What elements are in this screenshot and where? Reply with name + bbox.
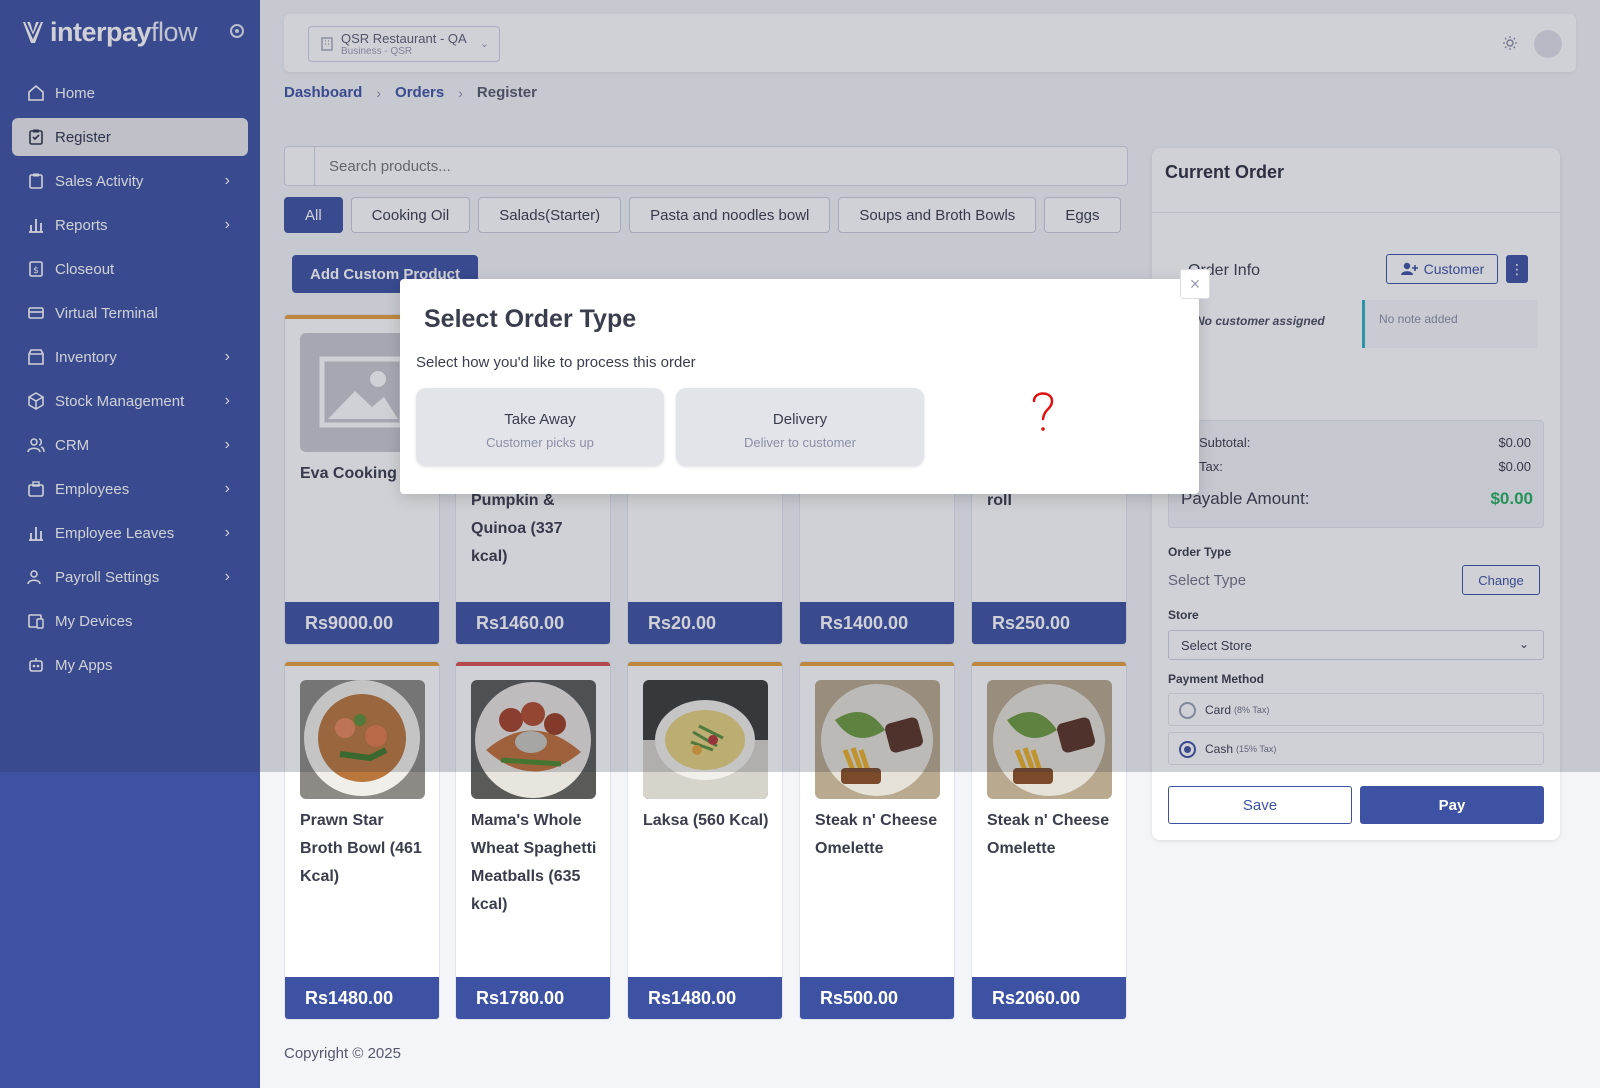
delivery-option[interactable]: Delivery Deliver to customer: [676, 388, 924, 466]
close-icon[interactable]: ×: [1180, 269, 1210, 299]
pay-button[interactable]: Pay: [1360, 786, 1544, 824]
option-subtitle: Customer picks up: [486, 435, 594, 450]
product-name: Laksa (560 Kcal): [643, 812, 769, 829]
product-price: Rs2060.00: [972, 977, 1126, 1019]
take-away-option[interactable]: Take Away Customer picks up: [416, 388, 664, 466]
save-button[interactable]: Save: [1168, 786, 1352, 824]
product-name: Prawn Star Broth Bowl (461 Kcal): [300, 812, 422, 885]
option-title: Delivery: [772, 411, 828, 428]
product-name: Mama's Whole Wheat Spaghetti Meatballs (…: [471, 812, 597, 913]
modal-subtitle: Select how you'd like to process this or…: [416, 354, 696, 371]
product-price: Rs1480.00: [285, 977, 439, 1019]
product-name: Steak n' Cheese Omelette: [815, 812, 938, 857]
option-subtitle: Deliver to customer: [744, 435, 856, 450]
product-price: Rs500.00: [800, 977, 954, 1019]
option-title: Take Away: [504, 411, 576, 428]
select-order-type-modal: Select Order Type Select how you'd like …: [400, 269, 1210, 494]
product-price: Rs1480.00: [628, 977, 782, 1019]
copyright: Copyright © 2025: [284, 1045, 401, 1062]
product-price: Rs1780.00: [456, 977, 610, 1019]
question-mark-annotation-icon: [1032, 392, 1054, 431]
product-name: Steak n' Cheese Omelette: [987, 812, 1110, 857]
modal-title: Select Order Type: [424, 305, 637, 333]
